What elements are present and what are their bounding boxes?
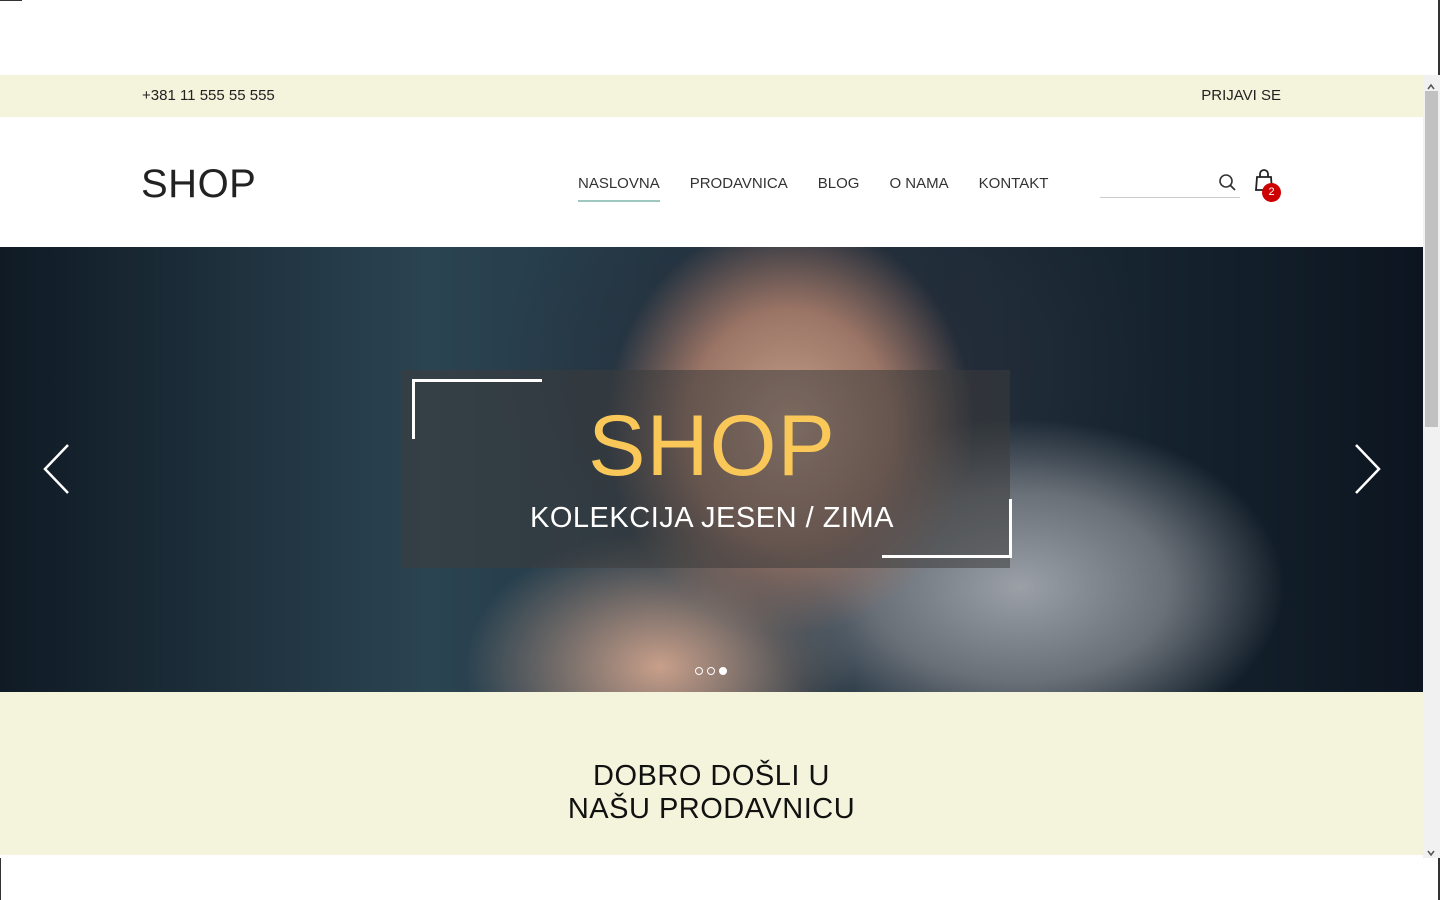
login-link[interactable]: PRIJAVI SE — [1201, 87, 1281, 104]
slider-dot[interactable] — [695, 667, 703, 675]
frame-corner-top-left — [412, 379, 542, 382]
frame-corner-bottom-right — [882, 555, 1012, 558]
search-icon[interactable] — [1218, 173, 1238, 193]
welcome-line-2: NAŠU PRODAVNICU — [567, 793, 856, 825]
chevron-left-icon[interactable] — [42, 443, 72, 495]
search-box — [1100, 171, 1240, 198]
hero-subtitle: KOLEKCIJA JESEN / ZIMA — [530, 502, 894, 534]
slider-dot[interactable] — [707, 667, 715, 675]
chevron-right-icon[interactable] — [1352, 443, 1382, 495]
nav-item-o-nama[interactable]: O NAMA — [889, 175, 948, 202]
hero-slider: SHOP KOLEKCIJA JESEN / ZIMA — [0, 247, 1423, 692]
slider-dot-active[interactable] — [719, 667, 727, 675]
nav-item-blog[interactable]: BLOG — [818, 175, 860, 202]
slider-dots — [695, 667, 731, 675]
search-input[interactable] — [1100, 171, 1216, 197]
window-edge — [0, 858, 1, 900]
main-nav: NASLOVNA PRODAVNICA BLOG O NAMA KONTAKT — [578, 175, 1078, 202]
welcome-heading: DOBRO DOŠLI U NAŠU PRODAVNICU — [0, 760, 1423, 826]
scroll-up-icon[interactable] — [1426, 79, 1436, 90]
page-viewport: +381 11 555 55 555 PRIJAVI SE SHOP NASLO… — [0, 75, 1423, 855]
welcome-line-1: DOBRO DOŠLI U — [593, 760, 830, 792]
scrollbar-thumb[interactable] — [1425, 91, 1438, 427]
cart-count-badge: 2 — [1262, 183, 1281, 202]
welcome-section: DOBRO DOŠLI U NAŠU PRODAVNICU — [0, 692, 1423, 855]
nav-item-prodavnica[interactable]: PRODAVNICA — [690, 175, 788, 202]
nav-item-naslovna[interactable]: NASLOVNA — [578, 175, 660, 202]
nav-item-kontakt[interactable]: KONTAKT — [979, 175, 1049, 202]
window-edge-line — [0, 0, 22, 1]
scroll-down-icon[interactable] — [1426, 845, 1436, 857]
phone-number: +381 11 555 55 555 — [142, 87, 275, 104]
top-bar: +381 11 555 55 555 PRIJAVI SE — [0, 75, 1423, 117]
hero-title: SHOP — [588, 398, 836, 494]
logo[interactable]: SHOP — [141, 162, 256, 207]
site-header: SHOP NASLOVNA PRODAVNICA BLOG O NAMA KON… — [0, 117, 1423, 247]
